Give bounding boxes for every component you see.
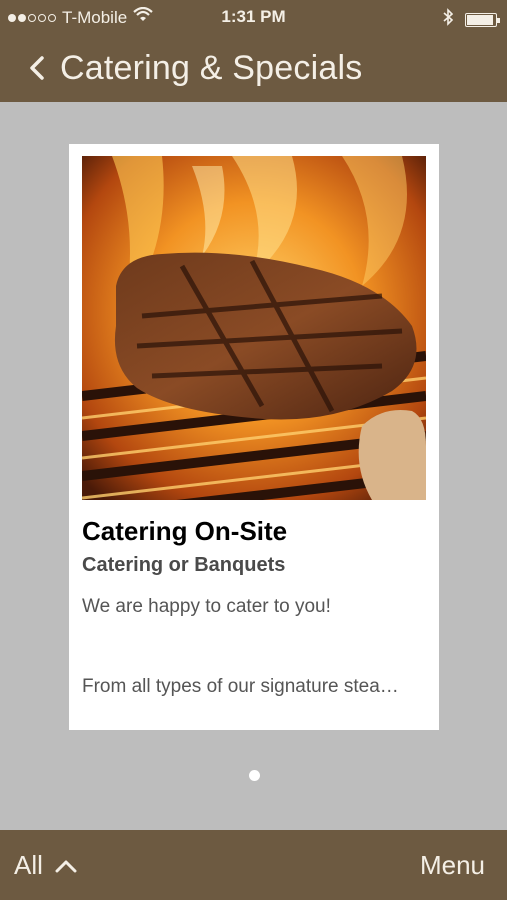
card-subtitle: Catering or Banquets (82, 554, 286, 576)
grilled-steak-image (82, 156, 426, 500)
card-description-excerpt: From all types of our signature stea… (82, 676, 399, 697)
page-indicator-dot[interactable] (249, 770, 260, 781)
bottom-toolbar: All Menu (0, 830, 507, 900)
special-card[interactable]: Catering On-Site Catering or Banquets We… (69, 144, 439, 730)
chevron-up-icon (55, 860, 77, 872)
all-filter-button[interactable]: All (14, 850, 77, 881)
content-area: Catering On-Site Catering or Banquets We… (0, 102, 507, 830)
chevron-left-icon[interactable] (28, 55, 46, 81)
back-button[interactable]: Catering & Specials (28, 49, 362, 88)
battery-icon (465, 12, 500, 27)
menu-button[interactable]: Menu (420, 850, 485, 881)
bluetooth-icon (443, 8, 454, 31)
card-title: Catering On-Site (82, 516, 288, 546)
all-filter-label: All (14, 850, 43, 880)
card-description: We are happy to cater to you! (82, 596, 331, 617)
status-right (443, 8, 500, 31)
status-time: 1:31 PM (221, 7, 286, 26)
navigation-bar: Catering & Specials (0, 34, 507, 102)
page-title: Catering & Specials (60, 48, 363, 87)
status-bar: T-Mobile 1:31 PM (0, 0, 507, 34)
